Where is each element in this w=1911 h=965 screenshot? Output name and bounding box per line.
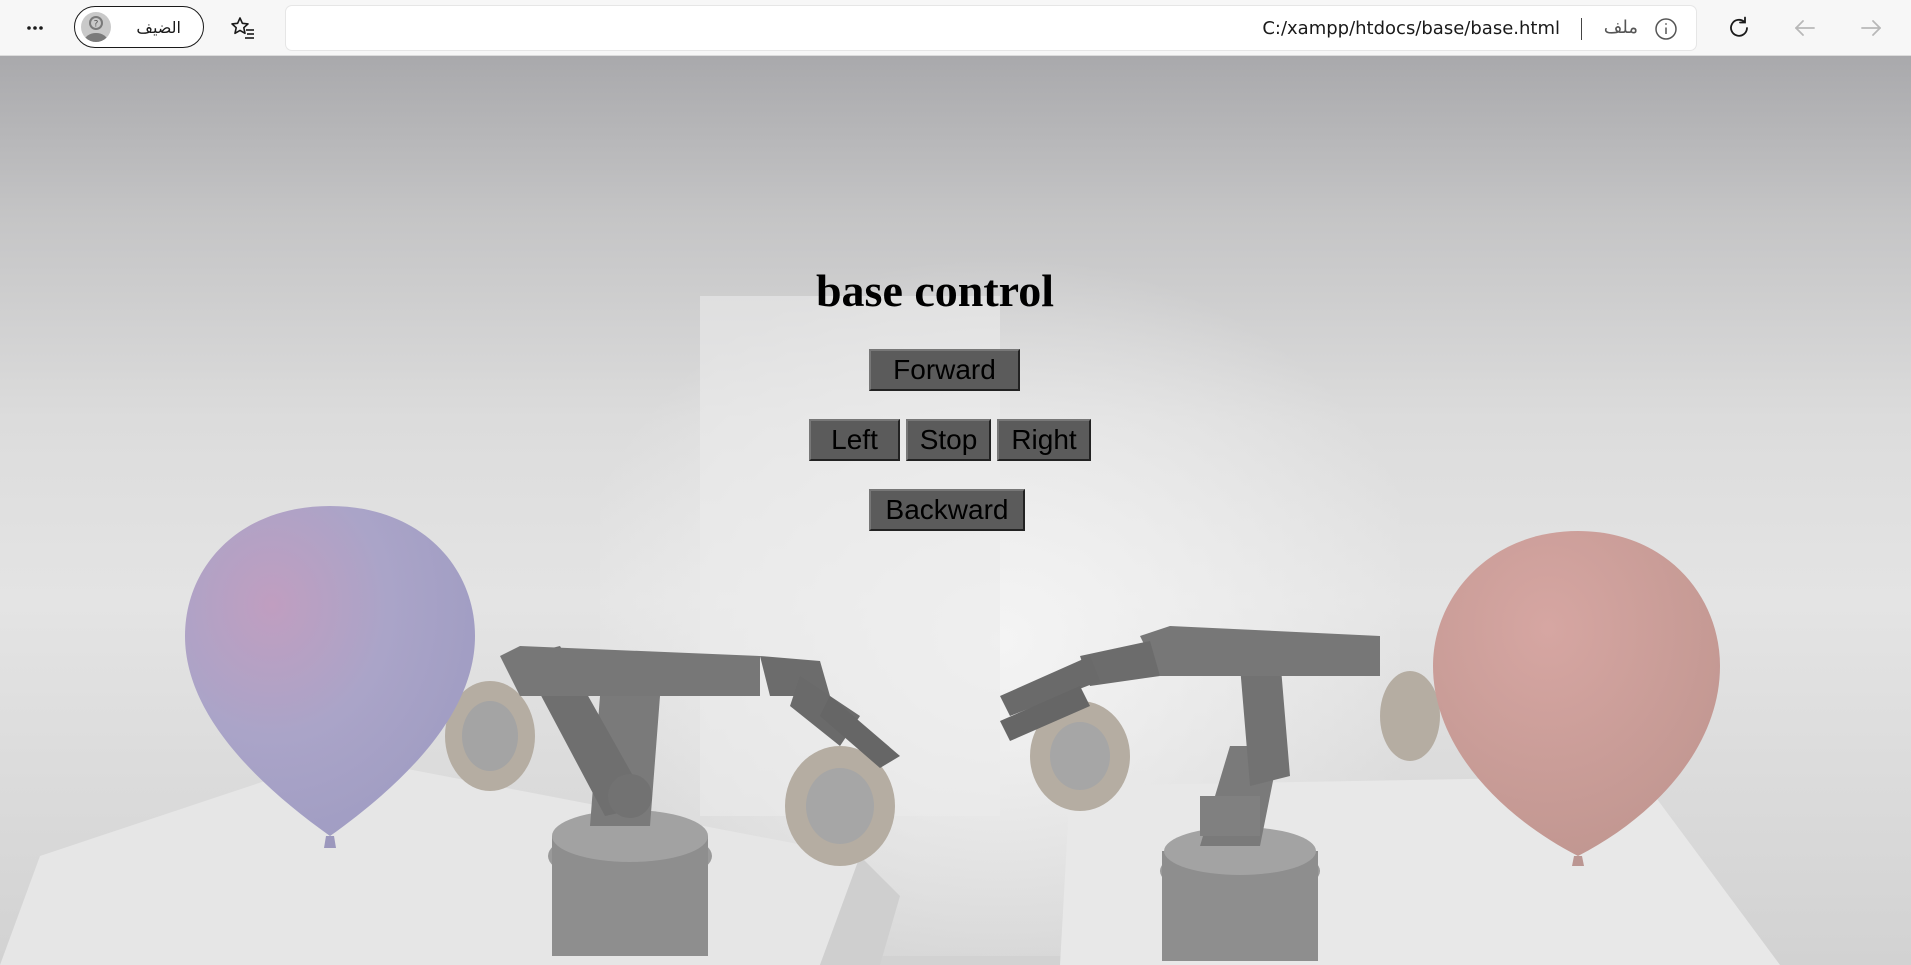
- file-label: ملف: [1603, 17, 1638, 38]
- favorites-icon[interactable]: [224, 9, 262, 47]
- page-title: base control: [815, 265, 1055, 316]
- address-bar[interactable]: C:/xampp/htdocs/base/base.html ملف: [286, 6, 1696, 50]
- right-button[interactable]: Right: [997, 419, 1091, 461]
- profile-name: الضيف: [136, 18, 181, 37]
- profile-button[interactable]: ? الضيف: [74, 6, 204, 48]
- backward-button[interactable]: Backward: [869, 489, 1025, 531]
- url-separator: [1580, 18, 1582, 40]
- refresh-icon[interactable]: [1720, 9, 1758, 47]
- forward-icon[interactable]: [1852, 9, 1890, 47]
- more-icon[interactable]: [16, 9, 54, 47]
- back-icon[interactable]: [1786, 9, 1824, 47]
- svg-text:?: ?: [94, 20, 99, 30]
- left-button[interactable]: Left: [809, 419, 900, 461]
- forward-button[interactable]: Forward: [869, 349, 1020, 391]
- info-icon[interactable]: [1654, 17, 1678, 41]
- browser-toolbar: ? الضيف C:/xampp/htdocs/base/base.html م…: [0, 0, 1911, 56]
- stop-button[interactable]: Stop: [906, 419, 991, 461]
- guest-avatar-icon: ?: [81, 12, 111, 42]
- url-text[interactable]: C:/xampp/htdocs/base/base.html: [1262, 18, 1560, 39]
